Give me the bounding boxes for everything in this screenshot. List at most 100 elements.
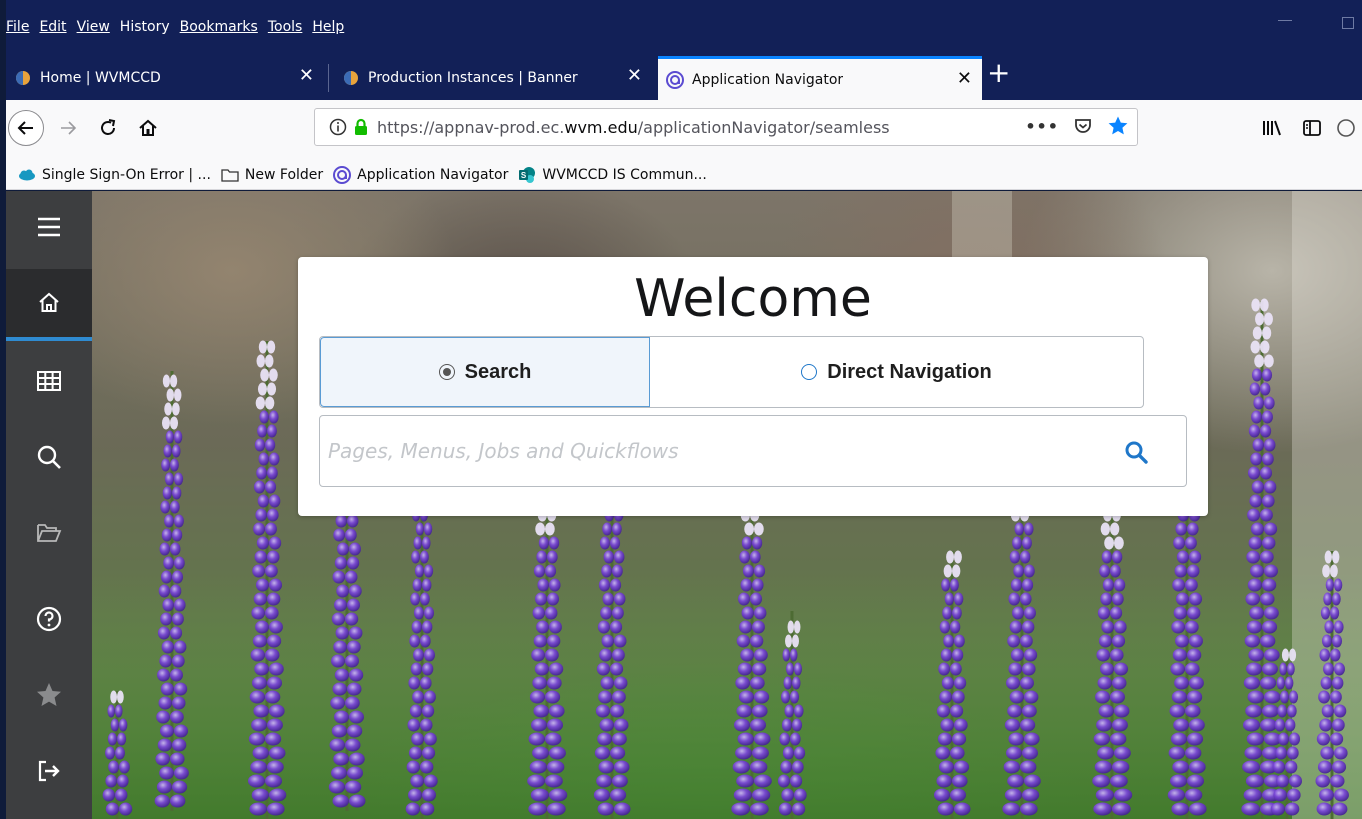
sidebar-item-search[interactable] <box>6 421 92 493</box>
bookmark-item[interactable]: Application Navigator <box>333 165 508 184</box>
flower-petal <box>614 718 629 732</box>
menu-file[interactable]: File <box>6 19 29 35</box>
tab-home-wvmccd[interactable]: Home | WVMCCD ✕ <box>6 56 324 100</box>
flower-petal <box>412 690 424 704</box>
close-tab-icon[interactable]: ✕ <box>299 66 314 86</box>
bookmark-item[interactable]: S WVMCCD IS Commun... <box>518 166 707 184</box>
menu-help[interactable]: Help <box>312 19 344 35</box>
flower-petal <box>750 676 765 690</box>
flower-petal <box>1095 788 1114 802</box>
close-tab-icon[interactable]: ✕ <box>627 66 642 86</box>
flower-petal <box>1169 704 1186 718</box>
flower-petal <box>170 794 186 808</box>
flower-petal <box>938 760 954 774</box>
flower-petal <box>265 606 279 620</box>
flower-petal <box>781 718 792 732</box>
account-button[interactable] <box>1336 110 1362 146</box>
sidebar-item-home[interactable] <box>6 269 92 341</box>
flower-petal <box>1249 606 1264 620</box>
minimize-button[interactable] <box>1278 20 1292 21</box>
flower-petal <box>1249 382 1260 396</box>
flower-petal <box>732 760 750 774</box>
flower-petal <box>347 514 359 528</box>
page-actions-button[interactable]: ••• <box>1025 117 1059 136</box>
site-info[interactable] <box>329 118 369 136</box>
back-button[interactable] <box>8 110 44 146</box>
flower-petal <box>269 788 287 802</box>
flower-petal <box>1244 634 1261 648</box>
flower-petal <box>172 612 184 626</box>
search-mode-label: Search <box>464 360 532 383</box>
sidebar-item-help[interactable] <box>6 583 92 655</box>
flower-petal <box>1189 760 1206 774</box>
flower-petal <box>117 774 129 788</box>
flower-petal <box>1022 536 1032 550</box>
tab-production-instances[interactable]: Production Instances | Banner ✕ <box>334 56 652 100</box>
flower-petal <box>255 508 267 522</box>
reload-button[interactable] <box>90 110 126 146</box>
menu-file-label: File <box>6 19 30 35</box>
flower-petal <box>1020 592 1032 606</box>
sharepoint-icon: S <box>519 166 536 183</box>
flower-petal <box>252 634 267 648</box>
flower-petal <box>610 704 625 718</box>
flower-petal <box>1112 760 1130 774</box>
sidebar-item-recent[interactable] <box>6 497 92 569</box>
sidebar-item-menu[interactable] <box>6 191 92 263</box>
menu-edit[interactable]: Edit <box>39 19 66 35</box>
bookmark-star-icon[interactable] <box>1107 115 1129 137</box>
flower-petal <box>610 620 623 634</box>
sidebar-item-applications[interactable] <box>6 345 92 417</box>
flower-petal <box>265 564 278 578</box>
flower-petal <box>782 648 790 662</box>
menu-view[interactable]: View <box>77 19 110 35</box>
flower-petal <box>1024 564 1035 578</box>
flower-petal <box>594 746 610 760</box>
flower-petal <box>174 766 189 780</box>
flower-petal <box>347 556 360 570</box>
sidebar-item-sign-out[interactable] <box>6 735 92 807</box>
new-tab-button[interactable]: + <box>987 58 1010 88</box>
flower-petal <box>1264 648 1280 662</box>
menu-bookmarks[interactable]: Bookmarks <box>180 19 258 35</box>
flower-petal <box>794 788 807 802</box>
home-button[interactable] <box>130 110 166 146</box>
flower-petal <box>349 584 362 598</box>
flower-petal <box>1322 564 1330 578</box>
flower-petal <box>265 480 277 494</box>
svg-text:S: S <box>521 171 527 180</box>
bookmark-folder[interactable]: New Folder <box>221 167 323 183</box>
flower-petal <box>265 522 277 536</box>
flower-petal <box>420 718 433 732</box>
url-bar[interactable]: https://appnav-prod.ec.wvm.edu/applicati… <box>314 108 1138 146</box>
search-input[interactable] <box>328 439 1088 463</box>
library-button[interactable] <box>1254 110 1290 146</box>
arrow-right-icon <box>61 121 77 135</box>
flower-petal <box>954 802 971 816</box>
forward-button[interactable] <box>50 110 86 146</box>
flower-petal <box>107 732 117 746</box>
flower-petal <box>792 718 803 732</box>
flower-petal <box>347 766 363 780</box>
bookmark-item[interactable]: Single Sign-On Error | ... <box>18 167 211 183</box>
search-button[interactable] <box>1122 438 1150 466</box>
menu-tools[interactable]: Tools <box>268 19 303 35</box>
maximize-button[interactable] <box>1342 17 1354 29</box>
tab-application-navigator[interactable]: Application Navigator ✕ <box>658 56 982 100</box>
flower-petal <box>612 606 624 620</box>
flower-petal <box>950 788 967 802</box>
flower-petal <box>1330 648 1341 662</box>
search-mode-option[interactable]: Search <box>320 337 650 407</box>
sidebar-item-favorites[interactable] <box>6 659 92 731</box>
direct-navigation-option[interactable]: Direct Navigation <box>650 337 1143 407</box>
flower-petal <box>1289 690 1299 704</box>
flower-petal <box>1187 606 1201 620</box>
flower-petal <box>950 746 965 760</box>
flower-petal <box>269 536 282 550</box>
close-tab-icon[interactable]: ✕ <box>957 69 972 89</box>
flower-petal <box>160 612 172 626</box>
sidebar-toggle-button[interactable] <box>1294 110 1330 146</box>
pocket-icon[interactable] <box>1073 116 1093 136</box>
flower-petal <box>612 522 622 536</box>
menu-history[interactable]: History <box>120 19 170 35</box>
